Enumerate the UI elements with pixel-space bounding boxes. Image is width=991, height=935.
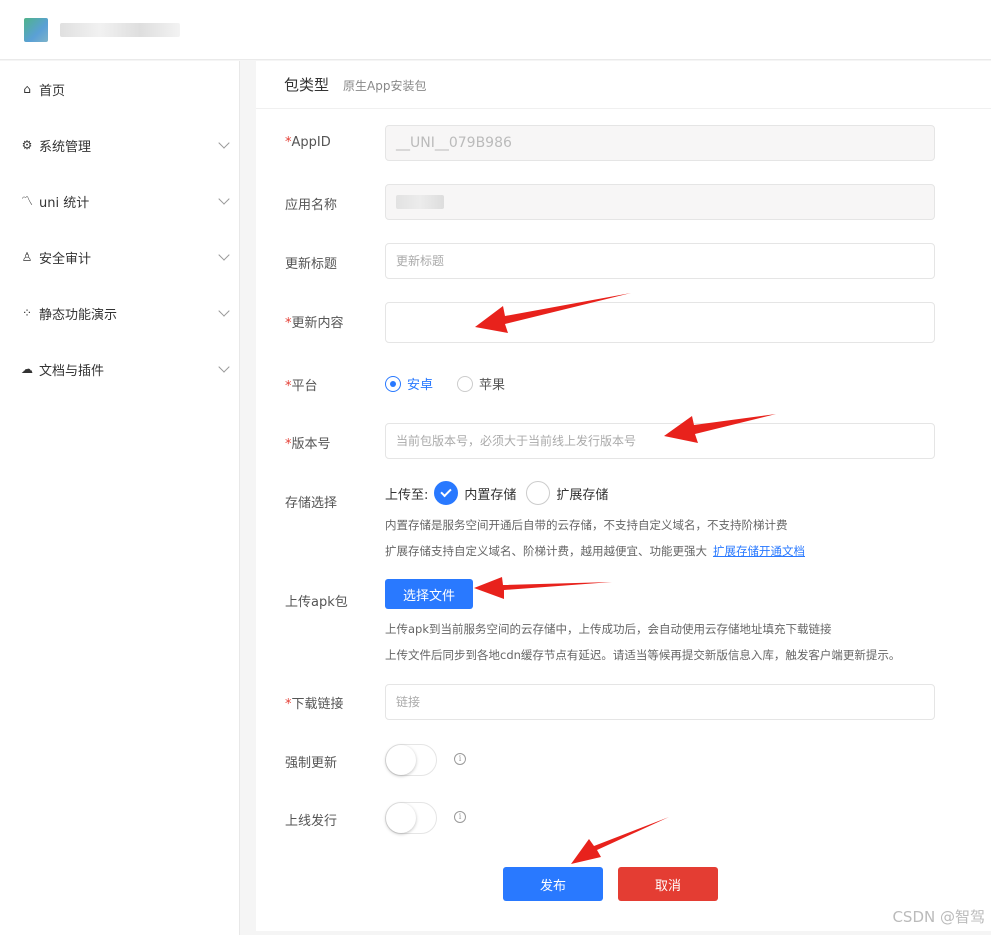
sidebar-item-docs[interactable]: ☁ 文档与插件 [0,341,240,397]
page-subtitle: 原生App安装包 [343,79,427,93]
submit-button[interactable]: 发布 [503,867,603,901]
app-name-field [385,184,935,220]
radio-checked-icon [385,375,401,392]
app-logo [24,18,48,42]
switch-knob [386,803,416,833]
storage-hint-1: 内置存储是服务空间开通后自带的云存储，不支持自定义域名，不支持阶梯计费 [385,518,788,532]
download-link-input[interactable] [385,684,935,720]
home-icon: ⌂ [23,82,31,96]
app-name-label: 应用名称 [285,198,338,213]
platform-label: *平台 [285,379,318,394]
platform-android-radio[interactable]: 安卓 [385,374,433,393]
upload-hint-2: 上传文件后同步到各地cdn缓存节点有延迟。请适当等候再提交新版信息入库，触发客户… [385,648,901,662]
cancel-button[interactable]: 取消 [618,867,718,901]
sidebar-item-label: 系统管理 [39,139,92,155]
upload-hint-1: 上传apk到当前服务空间的云存储中，上传成功后，会自动使用云存储地址填充下载链接 [385,622,832,636]
user-icon: ♙ [21,250,33,264]
sidebar-item-system[interactable]: ⚙ 系统管理 [0,117,240,173]
chevron-down-icon [218,361,230,373]
radio-unchecked-icon [457,375,474,392]
chevron-down-icon [218,305,230,317]
storage-builtin-option[interactable]: 内置存储 [434,481,516,505]
sidebar-item-security[interactable]: ♙ 安全审计 [0,229,240,285]
appid-field: __UNI__079B986 [385,125,935,161]
unchecked-circle-icon [526,481,551,505]
chart-icon: 〽 [20,194,33,208]
switch-knob [386,745,416,775]
sidebar-item-label: uni 统计 [39,195,90,211]
force-update-switch[interactable] [385,744,437,776]
gear-icon: ⚙ [21,138,33,152]
cloud-icon: ☁ [21,362,33,376]
online-switch[interactable] [385,802,437,834]
storage-extended-option[interactable]: 扩展存储 [526,481,608,505]
chevron-down-icon [218,193,230,205]
info-icon[interactable]: i [454,753,466,765]
online-label: 上线发行 [285,814,338,829]
storage-label: 存储选择 [285,496,338,511]
sidebar-item-label: 首页 [39,83,66,99]
chevron-down-icon [218,249,230,261]
sidebar: ⌂ 首页 ⚙ 系统管理 〽 uni 统计 ♙ 安全审计 ⁘ 静态功能演示 ☁ 文… [0,61,240,935]
storage-options: 上传至: 内置存储 扩展存储 [385,481,618,505]
sidebar-item-label: 静态功能演示 [39,307,118,323]
storage-prefix: 上传至: [385,487,429,503]
app-name-value-blurred [396,195,444,209]
update-content-textarea[interactable] [385,302,935,343]
sidebar-item-demo[interactable]: ⁘ 静态功能演示 [0,285,240,341]
platform-radio-group: 安卓 苹果 [385,374,529,393]
top-bar [0,0,991,60]
force-update-label: 强制更新 [285,756,338,771]
panel-header: 包类型 原生App安装包 [256,61,991,109]
sidebar-item-home[interactable]: ⌂ 首页 [0,61,240,117]
platform-ios-radio[interactable]: 苹果 [457,374,505,393]
app-name-blurred [60,23,180,37]
grid-icon: ⁘ [21,306,33,320]
storage-hint-2: 扩展存储支持自定义域名、阶梯计费，越用越便宜、功能更强大 扩展存储开通文档 [385,544,805,558]
chevron-down-icon [218,137,230,149]
sidebar-item-stats[interactable]: 〽 uni 统计 [0,173,240,229]
version-input[interactable] [385,423,935,459]
page-title: 包类型 [284,76,330,94]
version-label: *版本号 [285,437,331,452]
update-title-input[interactable] [385,243,935,279]
sidebar-item-label: 文档与插件 [39,363,105,379]
update-content-label: *更新内容 [285,316,344,331]
check-icon [434,481,459,505]
choose-file-button[interactable]: 选择文件 [385,579,473,609]
extended-storage-docs-link[interactable]: 扩展存储开通文档 [713,544,805,558]
upload-apk-label: 上传apk包 [285,595,348,610]
info-icon[interactable]: i [454,811,466,823]
update-title-label: 更新标题 [285,257,338,272]
watermark: CSDN @智驾 [892,908,985,926]
sidebar-item-label: 安全审计 [39,251,92,267]
download-link-label: *下载链接 [285,697,344,712]
appid-label: *AppID [285,135,331,150]
main-panel: 包类型 原生App安装包 *AppID __UNI__079B986 应用名称 … [256,61,991,931]
